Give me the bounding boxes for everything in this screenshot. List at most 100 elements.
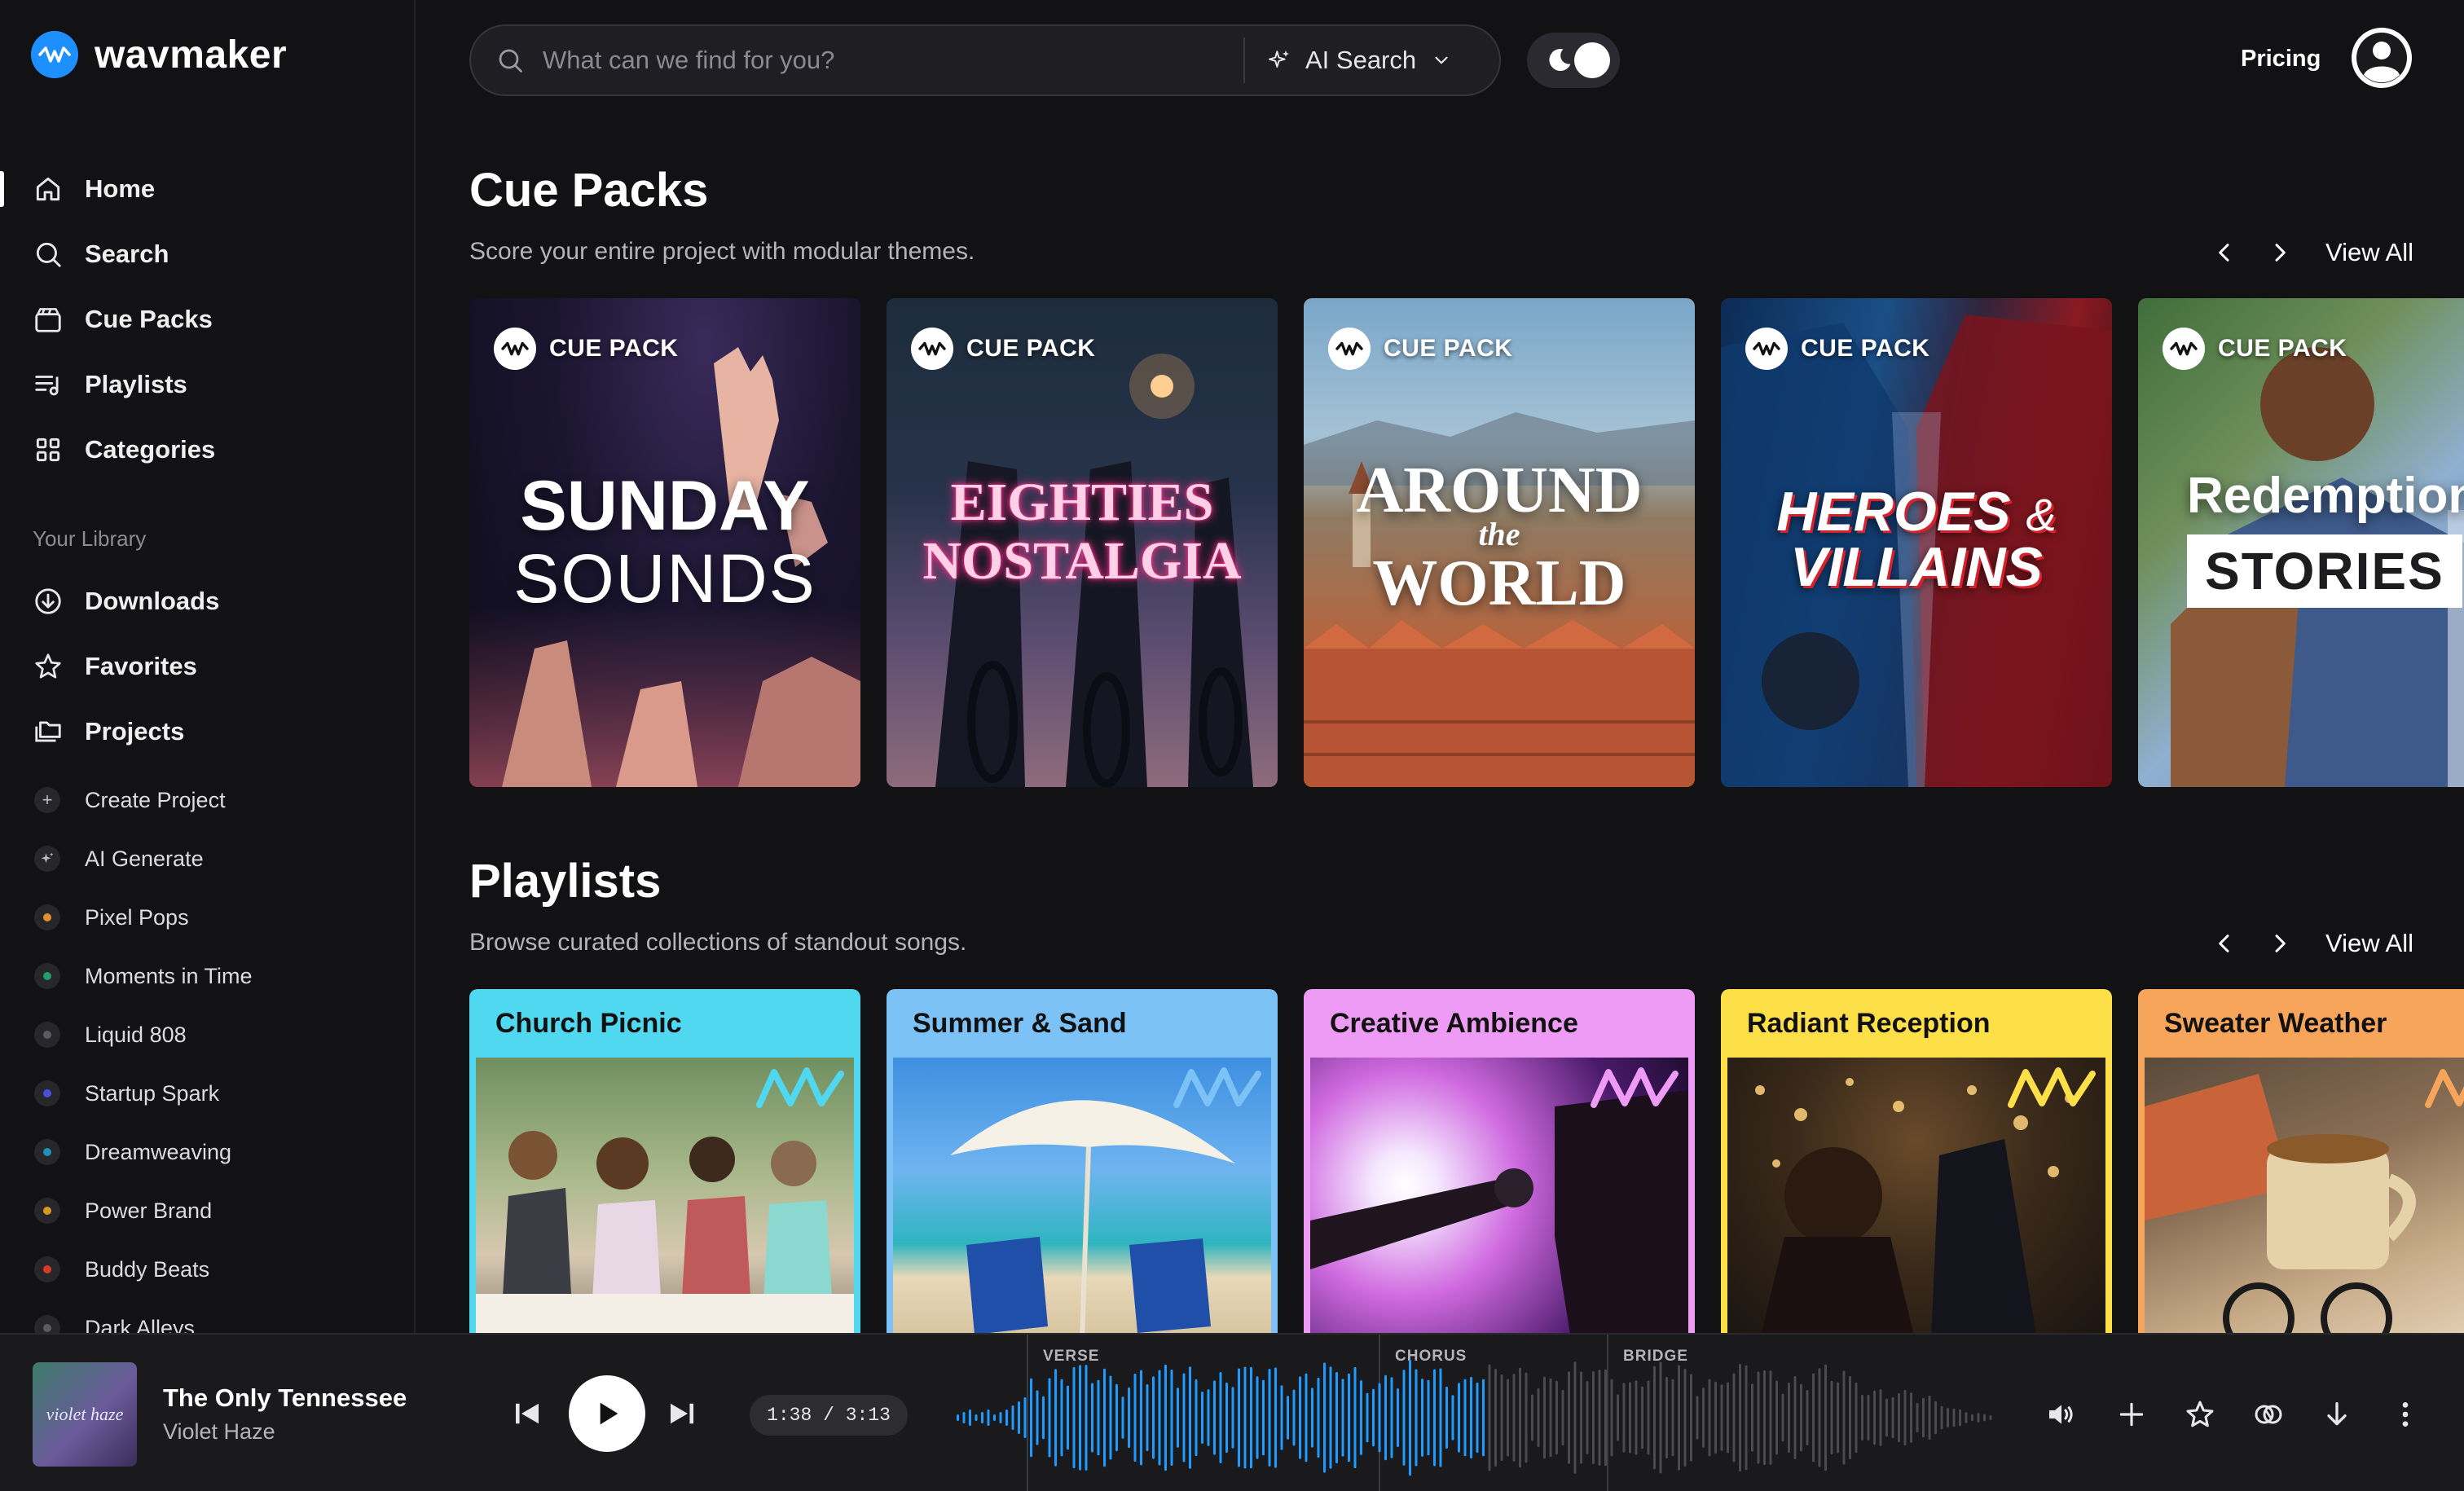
view-all-link[interactable]: View All [2325, 238, 2413, 267]
waveform-bar [1971, 1414, 1973, 1422]
logo[interactable]: wavmaker [31, 31, 287, 78]
waveform-bar [1800, 1383, 1802, 1452]
play-button[interactable] [569, 1375, 645, 1452]
playlist-title: Church Picnic [495, 1007, 682, 1039]
waveform-bar [1433, 1369, 1436, 1467]
playlist-card[interactable]: Summer & Sand [887, 989, 1278, 1339]
playlist-card[interactable]: Church Picnic [469, 989, 860, 1339]
next-track-button[interactable] [665, 1396, 699, 1435]
project-label: Pixel Pops [85, 904, 189, 930]
nav-item-projects[interactable]: Projects [0, 699, 414, 764]
waveform-bar [1641, 1386, 1643, 1449]
waveform-bar [1947, 1408, 1949, 1427]
project-item[interactable]: Startup Spark [0, 1064, 414, 1123]
playlist-icon [35, 376, 59, 396]
nav-item-search[interactable]: Search [0, 222, 414, 287]
nav-item-downloads[interactable]: Downloads [0, 569, 414, 634]
waveform-bar [1072, 1366, 1076, 1469]
waveform-bar [1837, 1382, 1839, 1454]
playlist-card[interactable]: Creative Ambience [1304, 989, 1695, 1339]
waveform-bar [1390, 1377, 1393, 1458]
waveform-bar [1561, 1389, 1564, 1446]
theme-toggle[interactable] [1527, 33, 1620, 88]
project-item[interactable]: Dreamweaving [0, 1123, 414, 1181]
cue-pack-card[interactable]: CUE PACK AROUND the WORLD [1304, 298, 1695, 787]
waveform-bar [1763, 1370, 1766, 1466]
waveform-bar [1586, 1381, 1589, 1454]
nav-item-cue-packs[interactable]: Cue Packs [0, 287, 414, 352]
color-dot [43, 972, 51, 980]
cue-pack-card[interactable]: CUE PACK SUNDAY SOUNDS [469, 298, 860, 787]
search-bar: AI Search [469, 24, 1501, 96]
waveform-bar [1671, 1379, 1674, 1457]
color-dot [43, 1089, 51, 1097]
waveform-bar [1048, 1378, 1051, 1458]
create-project-button[interactable]: + Create Project [0, 771, 414, 829]
cue-pack-card[interactable]: CUE PACK HEROES & VILLAINS [1721, 298, 2112, 787]
prev-button[interactable] [2207, 926, 2242, 961]
waveform-bar [1287, 1396, 1289, 1440]
cue-pack-card[interactable]: CUE PACK Redemption STORIES [2138, 298, 2464, 787]
project-item[interactable]: Pixel Pops [0, 888, 414, 947]
waveform[interactable]: VERSE CHORUS BRIDGE [953, 1335, 2004, 1491]
waveform-bar [1635, 1380, 1638, 1455]
nav-item-playlists[interactable]: Playlists [0, 352, 414, 417]
track-title[interactable]: The Only Tennessee [163, 1383, 407, 1413]
project-item[interactable]: Liquid 808 [0, 1005, 414, 1064]
cue-packs-title: Cue Packs [469, 164, 709, 217]
toggle-knob [1574, 42, 1610, 78]
volume-button[interactable] [2044, 1396, 2079, 1432]
search-input[interactable] [543, 46, 1243, 75]
project-item[interactable]: Buddy Beats [0, 1240, 414, 1299]
playlist-image [893, 1058, 1271, 1339]
wavmaker-wave-icon [2425, 1069, 2464, 1108]
project-item[interactable]: Power Brand [0, 1181, 414, 1240]
prev-button[interactable] [2207, 235, 2242, 270]
waveform-bar [1928, 1395, 1931, 1440]
project-item[interactable]: Dark Alleys [0, 1299, 414, 1333]
ai-search-label: AI Search [1305, 46, 1417, 74]
project-label: Startup Spark [85, 1080, 220, 1106]
nav-item-home[interactable]: Home [0, 156, 414, 222]
waveform-bar [1421, 1379, 1423, 1457]
waveform-bar [1568, 1371, 1570, 1464]
cue-packs-subtitle: Score your entire project with modular t… [469, 238, 975, 265]
ai-search-dropdown[interactable]: AI Search [1266, 46, 1452, 75]
favorite-button[interactable] [2182, 1396, 2218, 1432]
next-button[interactable] [2262, 235, 2298, 270]
download-button[interactable] [2319, 1396, 2355, 1432]
waveform-bar [1353, 1366, 1357, 1469]
playlist-image [1727, 1058, 2105, 1339]
similar-tracks-button[interactable] [2251, 1396, 2286, 1432]
project-item[interactable]: Moments in Time [0, 947, 414, 1005]
nav-label: Favorites [85, 652, 197, 680]
waveform-bar [1940, 1405, 1943, 1430]
more-options-button[interactable] [2387, 1396, 2423, 1432]
waveform-bar [1067, 1385, 1069, 1450]
waveform-bar [1690, 1374, 1692, 1462]
playlist-card[interactable]: Radiant Reception [1721, 989, 2112, 1339]
album-art-text: violet haze [46, 1404, 124, 1424]
pricing-link[interactable]: Pricing [2241, 46, 2321, 73]
pack-title-line1: HEROES & [1721, 484, 2112, 539]
avatar[interactable] [2352, 28, 2412, 88]
waveform-bar [1409, 1359, 1411, 1476]
previous-track-button[interactable] [510, 1396, 544, 1435]
add-button[interactable] [2114, 1396, 2149, 1432]
track-artist[interactable]: Violet Haze [163, 1419, 275, 1445]
nav-item-favorites[interactable]: Favorites [0, 634, 414, 699]
view-all-link[interactable]: View All [2325, 929, 2413, 958]
project-label: Buddy Beats [85, 1256, 210, 1282]
volume-icon [2049, 1405, 2073, 1424]
waveform-bar [1617, 1394, 1619, 1441]
nav-item-categories[interactable]: Categories [0, 417, 414, 482]
playlist-card[interactable]: Sweater Weather [2138, 989, 2464, 1339]
waveform-bar [1458, 1383, 1460, 1453]
cue-pack-card[interactable]: CUE PACK EIGHTIES NOSTALGIA [887, 298, 1278, 787]
next-button[interactable] [2262, 926, 2298, 961]
wavmaker-wave-icon [2008, 1067, 2096, 1108]
album-art[interactable]: violet haze [33, 1362, 137, 1467]
waveform-bar [1470, 1376, 1472, 1459]
ai-generate-button[interactable]: AI Generate [0, 829, 414, 888]
pack-title-line2: VILLAINS [1790, 536, 2043, 598]
